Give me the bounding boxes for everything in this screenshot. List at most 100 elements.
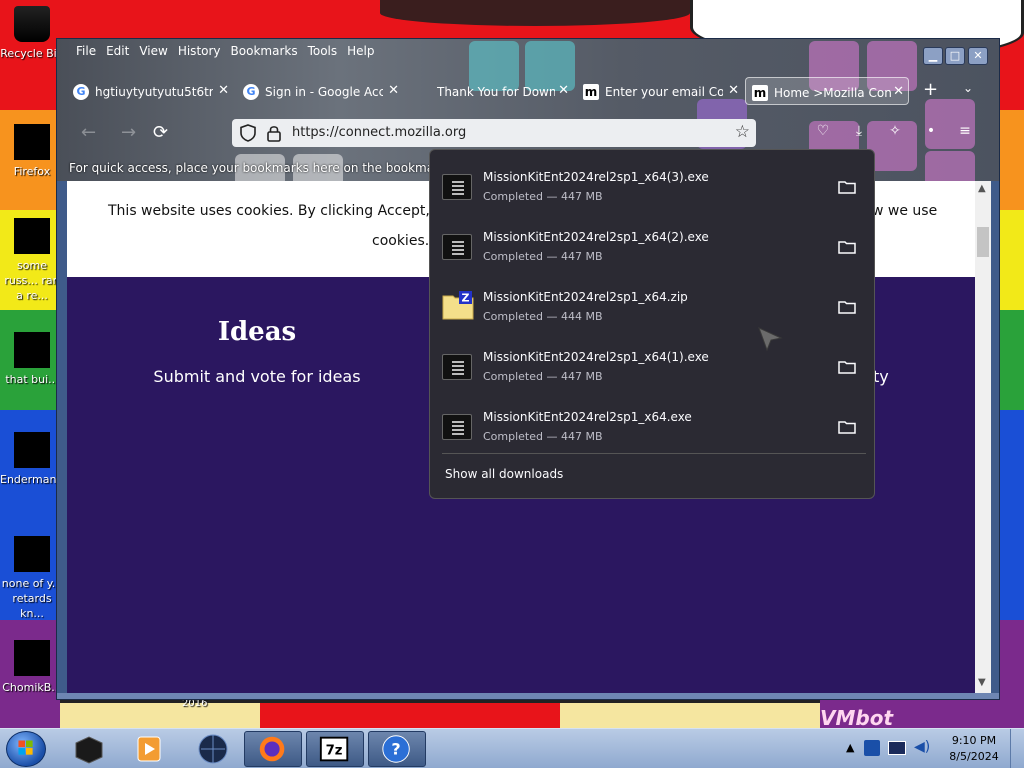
tab[interactable]: Ghgtiuytyutyutu5t6tr ✕	[73, 77, 233, 105]
show-in-folder-icon[interactable]	[838, 180, 856, 194]
start-button[interactable]	[6, 731, 46, 767]
url-bar[interactable]: https://connect.mozilla.org ☆	[232, 119, 756, 147]
display-icon[interactable]	[888, 741, 906, 755]
desktop-icon-recycle-bin[interactable]: Recycle Bin	[0, 6, 64, 61]
taskbar-globe[interactable]	[184, 731, 242, 767]
lock-icon[interactable]	[266, 124, 282, 142]
show-in-folder-icon[interactable]	[838, 360, 856, 374]
menu-edit[interactable]: Edit	[101, 42, 134, 62]
show-hidden-icons-icon[interactable]: ▲	[846, 741, 854, 754]
firefox-icon	[14, 124, 50, 160]
download-item[interactable]: MissionKitEnt2024rel2sp1_x64.exe Complet…	[430, 394, 874, 454]
exe-file-icon	[442, 354, 472, 380]
zip-file-icon: Z	[442, 291, 474, 320]
desktop-icon-label: none of y... retards kn...	[1, 577, 63, 620]
exe-file-icon	[442, 234, 472, 260]
show-desktop-button[interactable]	[1010, 729, 1024, 768]
help-icon: ?	[382, 735, 410, 763]
tab-close-icon[interactable]: ✕	[558, 77, 569, 105]
desktop-icon-file[interactable]: that bui...	[0, 332, 64, 387]
download-filename: MissionKitEnt2024rel2sp1_x64.zip	[483, 290, 688, 304]
back-button[interactable]: ←	[81, 122, 96, 143]
menu-help[interactable]: Help	[342, 42, 379, 62]
desktop-icon-file[interactable]: ChomikB...	[0, 640, 64, 695]
page-scrollbar[interactable]: ▲ ▼	[975, 181, 991, 693]
extensions-icon[interactable]: ✧	[885, 123, 905, 143]
scroll-down-icon[interactable]: ▼	[978, 677, 986, 688]
mozilla-favicon-icon: m	[752, 84, 768, 101]
windows-logo-icon	[18, 740, 33, 755]
menu-tools[interactable]: Tools	[303, 42, 343, 62]
taskbar-virtualbox[interactable]	[60, 731, 118, 767]
minimize-button[interactable]: ▁	[923, 47, 943, 65]
desktop-icon-file[interactable]: Enderman...	[0, 432, 67, 487]
desktop-icon-label: that bui...	[5, 373, 59, 386]
desktop-icon-file[interactable]: some russ... ran a re...	[0, 218, 64, 303]
tab[interactable]: m Enter your email Con ✕	[583, 77, 743, 105]
downloads-panel: MissionKitEnt2024rel2sp1_x64(3).exe Comp…	[429, 149, 875, 499]
file-icon	[14, 432, 50, 468]
maximize-button[interactable]: □	[945, 47, 965, 65]
new-tab-button[interactable]: +	[923, 79, 938, 100]
download-item[interactable]: Z MissionKitEnt2024rel2sp1_x64.zip Compl…	[430, 274, 874, 334]
download-item[interactable]: MissionKitEnt2024rel2sp1_x64(3).exe Comp…	[430, 154, 874, 214]
download-item[interactable]: MissionKitEnt2024rel2sp1_x64(2).exe Comp…	[430, 214, 874, 274]
menu-view[interactable]: View	[134, 42, 172, 62]
svg-text:7z: 7z	[326, 744, 343, 759]
download-status: Completed — 447 MB	[483, 190, 603, 203]
tab[interactable]: Thank You for Down ✕	[413, 77, 573, 105]
desktop-icon-file[interactable]: none of y... retards kn...	[0, 536, 64, 621]
navigation-toolbar: ← → ⟳ https://connect.mozilla.org ☆ ♡ ⤓ …	[57, 117, 999, 149]
card-text-fragment: ty	[873, 367, 889, 386]
show-in-folder-icon[interactable]	[838, 240, 856, 254]
tab-active[interactable]: m Home >Mozilla Con ✕	[745, 77, 909, 105]
tab-close-icon[interactable]: ✕	[728, 77, 739, 105]
menu-bookmarks[interactable]: Bookmarks	[226, 42, 303, 62]
tab-label: Sign in - Google Acc	[265, 84, 383, 99]
svg-text:Z: Z	[462, 292, 470, 305]
url-text[interactable]: https://connect.mozilla.org	[292, 119, 466, 147]
pocket-icon[interactable]: ♡	[813, 123, 833, 143]
tab[interactable]: G Sign in - Google Acc ✕	[243, 77, 403, 105]
bookmark-star-icon[interactable]: ☆	[735, 122, 750, 142]
list-all-tabs-button[interactable]: ⌄	[963, 81, 973, 95]
scrollbar-thumb[interactable]	[977, 227, 989, 257]
desktop-icon-label: Firefox	[13, 165, 51, 178]
tab-close-icon[interactable]: ✕	[388, 77, 399, 105]
taskbar-media-player[interactable]	[120, 731, 178, 767]
hamburger-menu-icon[interactable]: ≡	[955, 123, 975, 143]
close-window-button[interactable]: ✕	[968, 47, 988, 65]
tab-close-icon[interactable]: ✕	[218, 77, 229, 105]
menu-file[interactable]: File	[71, 42, 101, 62]
tab-close-icon[interactable]: ✕	[893, 78, 904, 104]
network-icon[interactable]	[864, 740, 880, 756]
forward-button[interactable]: →	[121, 122, 136, 143]
exe-file-icon	[442, 174, 472, 200]
divider	[442, 453, 866, 454]
globe-icon	[198, 734, 228, 764]
file-icon	[14, 640, 50, 676]
ideas-subtitle[interactable]: Submit and vote for ideas	[127, 367, 387, 386]
extension-icon[interactable]: •	[921, 123, 941, 143]
desktop-icon-label: ChomikB...	[2, 681, 62, 694]
desktop-icon-label: some russ... ran a re...	[4, 259, 60, 302]
taskbar-7zip[interactable]: 7z	[306, 731, 364, 767]
taskbar: 7z ? ▲ ◀) 9:10 PM 8/5/2024	[0, 728, 1024, 768]
file-icon	[14, 536, 50, 572]
show-all-downloads-button[interactable]: Show all downloads	[445, 467, 563, 481]
google-favicon-icon: G	[73, 83, 89, 100]
7zip-icon: 7z	[319, 736, 349, 762]
taskbar-help[interactable]: ?	[368, 731, 426, 767]
volume-icon[interactable]: ◀)	[914, 739, 930, 755]
desktop-icon-firefox[interactable]: Firefox	[0, 124, 64, 179]
tracking-protection-shield-icon[interactable]	[240, 124, 256, 142]
menu-history[interactable]: History	[173, 42, 226, 62]
scroll-up-icon[interactable]: ▲	[978, 183, 986, 194]
downloads-button-icon[interactable]: ⤓	[849, 123, 869, 143]
clock[interactable]: 9:10 PM 8/5/2024	[940, 733, 1008, 765]
show-in-folder-icon[interactable]	[838, 420, 856, 434]
download-item[interactable]: MissionKitEnt2024rel2sp1_x64(1).exe Comp…	[430, 334, 874, 394]
reload-button[interactable]: ⟳	[153, 122, 168, 143]
taskbar-firefox[interactable]	[244, 731, 302, 767]
show-in-folder-icon[interactable]	[838, 300, 856, 314]
